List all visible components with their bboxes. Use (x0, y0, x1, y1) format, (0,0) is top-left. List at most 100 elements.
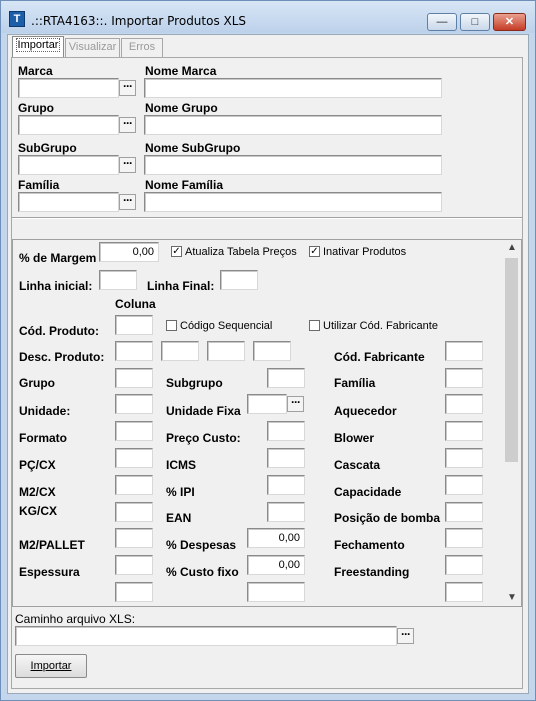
capacidade-col-input[interactable] (445, 475, 483, 495)
icms-col-input[interactable] (267, 448, 305, 468)
caminho-arquivo-input[interactable] (15, 626, 397, 646)
scrollbar-thumb[interactable] (505, 258, 518, 462)
unidade-fixa-label: Unidade Fixa (166, 404, 241, 418)
aquecedor-label: Aquecedor (334, 404, 397, 418)
cod-fabricante-label: Cód. Fabricante (334, 350, 425, 364)
posicao-bomba-col-input[interactable] (445, 502, 483, 522)
options-scrollbar[interactable]: ▲ ▼ (503, 240, 521, 606)
familia-label: Família (18, 178, 60, 192)
ipi-col-input[interactable] (267, 475, 305, 495)
atualiza-tabela-checkbox[interactable]: ✓ (171, 246, 182, 257)
desc-produto-col3-input[interactable] (207, 341, 245, 361)
nome-marca-label: Nome Marca (145, 64, 217, 78)
utilizar-cod-fabricante-checkbox[interactable] (309, 320, 320, 331)
despesas-input[interactable]: 0,00 (247, 528, 305, 548)
maximize-button[interactable]: □ (460, 13, 490, 31)
posicao-bomba-label: Posição de bomba (334, 511, 441, 525)
capacidade-label: Capacidade (334, 485, 402, 499)
desc-produto-col2-input[interactable] (161, 341, 199, 361)
m2-pallet-col-input[interactable] (115, 528, 153, 548)
m2-cx-label: M2/CX (19, 485, 56, 499)
freestanding-col-input[interactable] (445, 555, 483, 575)
unidade-fixa-lookup-button[interactable]: ··· (287, 396, 304, 412)
tab-importar[interactable]: Importar (12, 36, 64, 57)
aquecedor-col-input[interactable] (445, 394, 483, 414)
preco-custo-label: Preço Custo: (166, 431, 241, 445)
nome-familia-label: Nome Família (145, 178, 224, 192)
nome-subgrupo-input[interactable] (144, 155, 442, 175)
atualiza-tabela-label: Atualiza Tabela Preços (185, 246, 297, 258)
extra-value-input[interactable] (247, 582, 305, 602)
desc-produto-col4-input[interactable] (253, 341, 291, 361)
nome-marca-input[interactable] (144, 78, 442, 98)
options-scroll-panel[interactable]: % de Margem 0,00 ✓ Atualiza Tabela Preço… (12, 239, 522, 607)
title-bar[interactable]: T .::RTA4163::. Importar Produtos XLS — … (1, 1, 535, 33)
subgrupo-col-input[interactable] (267, 368, 305, 388)
familia-input[interactable] (18, 192, 119, 212)
unidade-label: Unidade: (19, 404, 71, 418)
importar-button-label: Importar (30, 660, 72, 672)
linha-inicial-label: Linha inicial: (19, 279, 93, 293)
nome-familia-input[interactable] (144, 192, 442, 212)
coluna-header: Coluna (115, 297, 156, 311)
fechamento-col-input[interactable] (445, 528, 483, 548)
subgrupo-lookup-button[interactable]: ··· (119, 157, 136, 173)
familia-col-input[interactable] (445, 368, 483, 388)
extra-col-input[interactable] (115, 582, 153, 602)
filters-separator (12, 217, 522, 219)
cod-fabricante-col-input[interactable] (445, 341, 483, 361)
m2-cx-col-input[interactable] (115, 475, 153, 495)
familia-lookup-button[interactable]: ··· (119, 194, 136, 210)
espessura-col-input[interactable] (115, 555, 153, 575)
grupo-col-label: Grupo (19, 376, 55, 390)
close-button[interactable]: ✕ (493, 13, 526, 31)
caminho-arquivo-label: Caminho arquivo XLS: (15, 612, 136, 626)
codigo-sequencial-checkbox[interactable] (166, 320, 177, 331)
grupo-input[interactable] (18, 115, 119, 135)
kg-cx-col-input[interactable] (115, 502, 153, 522)
grupo-label: Grupo (18, 101, 54, 115)
nome-grupo-label: Nome Grupo (145, 101, 218, 115)
grupo-lookup-button[interactable]: ··· (119, 117, 136, 133)
preco-custo-col-input[interactable] (267, 421, 305, 441)
scroll-down-icon[interactable]: ▼ (507, 592, 517, 603)
pc-cx-col-input[interactable] (115, 448, 153, 468)
custo-fixo-input[interactable]: 0,00 (247, 555, 305, 575)
formato-label: Formato (19, 431, 67, 445)
extra-right-col-input[interactable] (445, 582, 483, 602)
client-area: Importar Visualizar Erros Marca Nome Mar… (7, 34, 529, 694)
subgrupo-label: SubGrupo (18, 141, 77, 155)
importar-button[interactable]: Importar (15, 654, 87, 678)
linha-final-label: Linha Final: (147, 279, 215, 293)
tab-visualizar[interactable]: Visualizar (65, 38, 120, 57)
marca-input[interactable] (18, 78, 119, 98)
minimize-button[interactable]: — (427, 13, 457, 31)
blower-col-input[interactable] (445, 421, 483, 441)
margem-input[interactable]: 0,00 (99, 242, 159, 262)
ean-col-input[interactable] (267, 502, 305, 522)
linha-inicial-input[interactable] (99, 270, 137, 290)
cascata-col-input[interactable] (445, 448, 483, 468)
desc-produto-col1-input[interactable] (115, 341, 153, 361)
scroll-up-icon[interactable]: ▲ (507, 242, 517, 253)
marca-lookup-button[interactable]: ··· (119, 80, 136, 96)
tab-visualizar-label: Visualizar (68, 41, 117, 53)
cascata-label: Cascata (334, 458, 381, 472)
grupo-col-input[interactable] (115, 368, 153, 388)
inativar-produtos-label: Inativar Produtos (323, 246, 407, 258)
cod-produto-col-input[interactable] (115, 315, 153, 335)
unidade-col-input[interactable] (115, 394, 153, 414)
tab-erros[interactable]: Erros (121, 38, 163, 57)
linha-final-input[interactable] (220, 270, 258, 290)
unidade-fixa-input[interactable] (247, 394, 287, 414)
caminho-arquivo-browse-button[interactable]: ··· (397, 628, 414, 644)
formato-col-input[interactable] (115, 421, 153, 441)
custo-fixo-label: % Custo fixo (166, 565, 239, 579)
subgrupo-input[interactable] (18, 155, 119, 175)
espessura-label: Espessura (19, 565, 80, 579)
desc-produto-label: Desc. Produto: (19, 350, 105, 364)
kg-cx-label: KG/CX (19, 504, 58, 518)
nome-grupo-input[interactable] (144, 115, 442, 135)
inativar-produtos-checkbox[interactable]: ✓ (309, 246, 320, 257)
tab-erros-label: Erros (128, 41, 156, 53)
